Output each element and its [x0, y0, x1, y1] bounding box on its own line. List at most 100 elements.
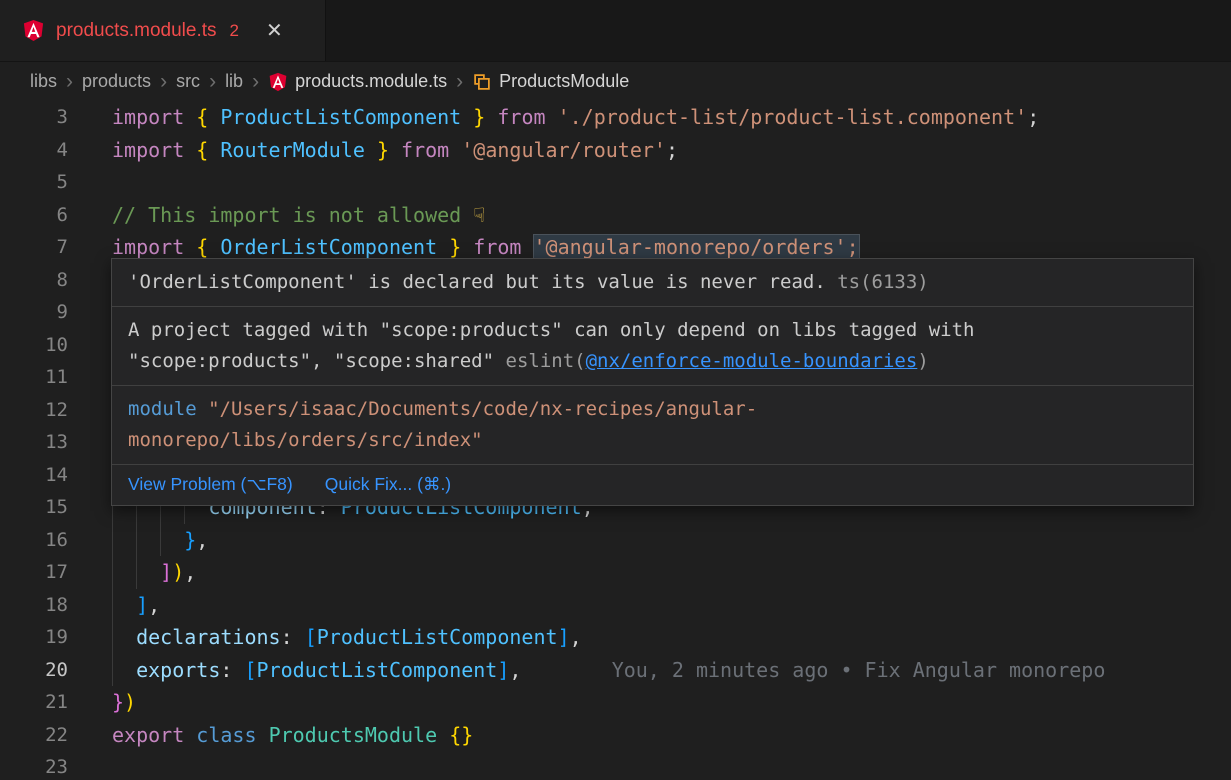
breadcrumb-item-symbol[interactable]: ProductsModule [472, 71, 629, 92]
line-number[interactable]: 6 [0, 199, 68, 232]
code-token: ProductListComponent [317, 625, 558, 649]
breadcrumb-item-src[interactable]: src [176, 71, 200, 92]
line-number[interactable]: 18 [0, 589, 68, 622]
error-hover-popup: 'OrderListComponent' is declared but its… [111, 258, 1194, 506]
line-number[interactable]: 12 [0, 394, 68, 427]
code-token: , [184, 560, 196, 584]
line-number[interactable]: 5 [0, 166, 68, 199]
code-token: } [473, 105, 485, 129]
code-line-3[interactable]: 3import { ProductListComponent } from '.… [0, 101, 1231, 134]
editor: 3import { ProductListComponent } from '.… [0, 101, 1231, 779]
code-token [112, 625, 136, 649]
code-line-17[interactable]: 17 ]), [0, 556, 1231, 589]
breadcrumb-separator: › [456, 71, 463, 92]
line-number[interactable]: 23 [0, 751, 68, 779]
hover-section-3: module "/Users/isaac/Documents/code/nx-r… [112, 386, 1193, 465]
code-token [112, 593, 136, 617]
code-content: }, [112, 524, 1231, 557]
indent-guide [136, 556, 137, 589]
code-token [485, 105, 497, 129]
line-number[interactable]: 10 [0, 329, 68, 362]
indent-guide [112, 621, 113, 654]
line-number[interactable]: 14 [0, 459, 68, 492]
code-line-6[interactable]: 6 // This import is not allowed ☟ [0, 199, 1231, 232]
line-number[interactable]: 17 [0, 556, 68, 589]
code-token: { [196, 235, 208, 259]
code-line-22[interactable]: 22 export class ProductsModule {} [0, 719, 1231, 752]
code-token: ProductsModule [269, 723, 438, 747]
code-token: ) [124, 690, 136, 714]
code-token: from [401, 138, 449, 162]
code-line-21[interactable]: 21}) [0, 686, 1231, 719]
code-token: import [112, 105, 184, 129]
quick-fix-action[interactable]: Quick Fix... (⌘.) [325, 474, 451, 495]
code-line-20[interactable]: 20 exports: [ProductListComponent],You, … [0, 654, 1231, 687]
line-number[interactable]: 19 [0, 621, 68, 654]
line-number[interactable]: 22 [0, 719, 68, 752]
breadcrumb-item-products[interactable]: products [82, 71, 151, 92]
code-line-18[interactable]: 18 ], [0, 589, 1231, 622]
line-number[interactable]: 9 [0, 296, 68, 329]
tab-label: products.module.ts [56, 20, 217, 42]
code-line-23[interactable]: 23 [0, 751, 1231, 779]
code-token: } [449, 235, 461, 259]
class-symbol-icon [472, 72, 492, 92]
breadcrumb-item-file[interactable]: products.module.ts [268, 71, 447, 92]
indent-guide [112, 556, 113, 589]
code-token: , [509, 658, 521, 682]
code-token: } [377, 138, 389, 162]
line-number[interactable]: 21 [0, 686, 68, 719]
code-token: from [473, 235, 521, 259]
code-token [184, 105, 196, 129]
code-token [365, 138, 377, 162]
code-line-19[interactable]: 19 declarations: [ProductListComponent], [0, 621, 1231, 654]
code-token: import [112, 138, 184, 162]
hover-section-2: A project tagged with "scope:products" c… [112, 307, 1193, 386]
tab-problems-badge: 2 [230, 21, 239, 41]
line-number[interactable]: 4 [0, 134, 68, 167]
breadcrumb-separator: › [160, 71, 167, 92]
code-token: [ [244, 658, 256, 682]
code-token: { [196, 105, 208, 129]
breadcrumb-item-lib[interactable]: lib [225, 71, 243, 92]
hover-text: 'OrderListComponent' is declared but its… [128, 271, 826, 293]
line-number[interactable]: 11 [0, 361, 68, 394]
code-token [546, 105, 558, 129]
indent-guide [112, 654, 113, 687]
line-number[interactable]: 15 [0, 491, 68, 524]
code-token: '@angular/router' [461, 138, 666, 162]
hover-message-line: A project tagged with "scope:products" c… [128, 315, 1177, 346]
code-line-5[interactable]: 5 [0, 166, 1231, 199]
code-token [184, 723, 196, 747]
code-token: RouterModule [220, 138, 365, 162]
line-number[interactable]: 20 [0, 654, 68, 687]
eslint-rule-link[interactable]: @nx/enforce-module-boundaries [586, 350, 918, 372]
line-number[interactable]: 13 [0, 426, 68, 459]
code-token: ; [1027, 105, 1039, 129]
code-token: {} [449, 723, 473, 747]
code-token: , [196, 528, 208, 552]
tab-products-module-ts[interactable]: products.module.ts 2 ✕ [0, 0, 326, 61]
hover-text: "scope:products", "scope:shared" [128, 350, 506, 372]
code-token: ] [136, 593, 148, 617]
code-content [112, 751, 1231, 779]
breadcrumb-item-libs[interactable]: libs [30, 71, 57, 92]
code-token [461, 105, 473, 129]
code-token [461, 235, 473, 259]
line-number[interactable]: 3 [0, 101, 68, 134]
indent-guide [112, 524, 113, 557]
view-problem-action[interactable]: View Problem (⌥F8) [128, 474, 293, 495]
line-number[interactable]: 8 [0, 264, 68, 297]
code-token: ProductListComponent [220, 105, 461, 129]
hover-text: monorepo/libs/orders/src/index" [128, 429, 483, 451]
code-line-4[interactable]: 4import { RouterModule } from '@angular/… [0, 134, 1231, 167]
code-line-16[interactable]: 16 }, [0, 524, 1231, 557]
code-token: OrderListComponent [220, 235, 437, 259]
code-content: }) [112, 686, 1231, 719]
code-token: class [196, 723, 256, 747]
line-number[interactable]: 7 [0, 231, 68, 264]
code-token: export [112, 723, 184, 747]
line-number[interactable]: 16 [0, 524, 68, 557]
code-content: // This import is not allowed ☟ [112, 199, 1231, 232]
tab-close-button[interactable]: ✕ [266, 21, 283, 41]
